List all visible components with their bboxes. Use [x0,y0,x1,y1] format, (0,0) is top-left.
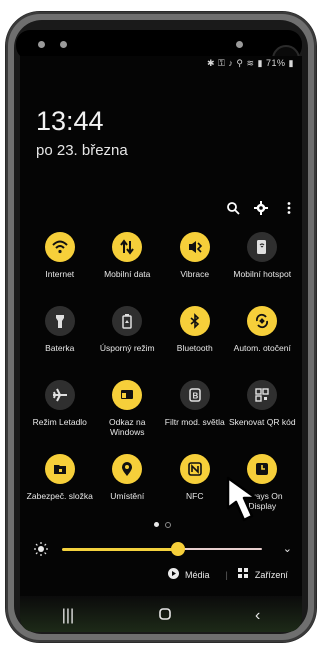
qr-scan-icon [247,380,278,410]
tile-label: Skenovat QR kód [228,417,296,427]
svg-text:B: B [192,392,198,401]
slider-track-fill [62,548,178,551]
hotspot-icon [247,232,278,262]
tile-link-to-windows[interactable]: Odkaz na Windows [94,380,162,442]
navigation-bar: ||| ‹ [20,600,302,632]
blue-light-filter-icon: B [179,380,210,410]
page-indicator [154,522,171,528]
pointer-hand-icon [222,474,270,535]
wifi-icon [44,232,75,262]
nfc-icon [179,454,210,484]
tile-label: Odkaz na Windows [109,417,146,437]
play-icon[interactable] [168,568,179,581]
sensor-dot [236,41,243,48]
back-icon[interactable]: ‹ [255,607,260,625]
bluetooth-icon [179,306,210,336]
devices-button[interactable]: Zařízení [255,570,288,580]
auto-rotate-icon [247,306,278,336]
tile-bluetooth[interactable]: Bluetooth [161,306,229,368]
battery-saver-icon [112,306,143,336]
quick-panel-screen: ✱ ⚿ ♪ ⚲ ≋ ▮ 71% ▮ 13:44 po 23. března In… [20,56,302,632]
tile-label: Úsporný režim [99,343,155,353]
tile-secure-folder[interactable]: Zabezpeč. složka [26,454,94,516]
recent-apps-icon[interactable]: ||| [62,607,74,625]
tile-label: Mobilní hotspot [233,269,292,279]
airplane-icon [44,380,75,410]
tile-vibrate[interactable]: Vibrace [161,232,229,294]
tile-auto-rotate[interactable]: Autom. otočení [229,306,297,368]
page-dot [165,522,171,528]
gear-icon[interactable] [254,201,268,215]
quick-panel-header-icons [226,201,296,215]
search-icon[interactable] [226,201,240,215]
mobile-data-icon [112,232,143,262]
tile-label: Vibrace [180,269,210,279]
link-to-windows-icon [112,380,143,410]
tile-nfc[interactable]: NFC [161,454,229,516]
media-devices-row: Média | Zařízení [168,568,288,581]
tile-flashlight[interactable]: Baterka [26,306,94,368]
media-button[interactable]: Média [185,570,210,580]
clock-time: 13:44 [36,106,104,136]
tile-label: Mobilní data [104,269,151,279]
sensor-dot [60,41,67,48]
more-options-icon[interactable] [282,201,296,215]
tile-label: Internet [45,269,75,279]
clock-date: po 23. března [36,142,128,159]
page-dot-active [154,522,159,527]
status-bar: ✱ ⚿ ♪ ⚲ ≋ ▮ 71% ▮ [207,58,294,69]
tile-label: Bluetooth [176,343,213,353]
tile-label: Baterka [45,343,75,353]
tile-blue-light-filter[interactable]: B Filtr mod. světla [161,380,229,442]
battery-text: 71% [266,58,286,68]
tile-location[interactable]: Umístění [94,454,162,516]
chevron-down-icon[interactable]: ⌄ [283,542,292,555]
flashlight-icon [44,306,75,336]
sensor-dot [38,41,45,48]
location-icon [112,454,143,484]
tile-label: Zabezpeč. složka [26,491,93,501]
tile-label: Filtr mod. světla [164,417,225,427]
vibrate-icon [179,232,210,262]
brightness-icon [34,542,48,561]
tile-label: Režim Letadlo [32,417,87,427]
tile-label: Autom. otočení [233,343,291,353]
tile-mobile-data[interactable]: Mobilní data [94,232,162,294]
brightness-slider[interactable]: ⌄ [30,540,292,558]
slider-thumb[interactable] [171,542,185,556]
devices-icon [237,568,249,581]
battery-icon: ▮ [288,58,294,68]
secure-folder-icon [44,454,75,484]
tile-airplane[interactable]: Režim Letadlo [26,380,94,442]
status-icons: ✱ ⚿ ♪ ⚲ ≋ ▮ [207,58,263,68]
tile-label: Umístění [110,491,145,501]
tile-battery-saver[interactable]: Úsporný režim [94,306,162,368]
tile-label: NFC [186,491,204,501]
divider: | [225,569,228,580]
home-icon[interactable] [158,607,172,626]
tile-qr-scan[interactable]: Skenovat QR kód [229,380,297,442]
slider-track-rest [176,548,262,550]
tile-internet[interactable]: Internet [26,232,94,294]
tile-hotspot[interactable]: Mobilní hotspot [229,232,297,294]
